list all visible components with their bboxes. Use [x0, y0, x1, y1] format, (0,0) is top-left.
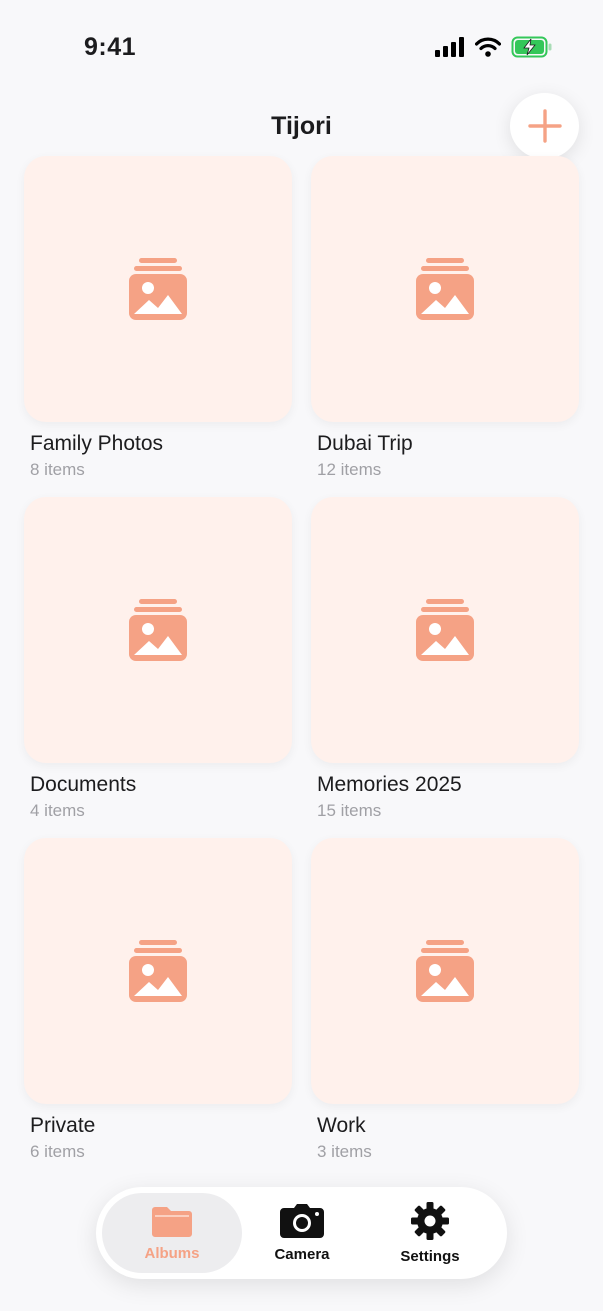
add-album-button[interactable] [510, 93, 579, 159]
battery-charging-icon [511, 36, 552, 58]
photo-stack-icon [416, 940, 474, 1002]
photo-stack-icon [416, 599, 474, 661]
album-count: 6 items [30, 1142, 85, 1161]
album-cover [311, 838, 579, 1104]
tab-settings[interactable]: Settings [360, 1193, 500, 1273]
gear-icon [411, 1201, 449, 1240]
tab-label: Camera [274, 1245, 330, 1263]
tab-label: Settings [400, 1247, 460, 1265]
folder-icon [152, 1206, 192, 1237]
photo-stack-icon [129, 940, 187, 1002]
album-cover [24, 497, 292, 763]
album-card[interactable]: Family Photos 8 items [24, 156, 292, 480]
album-card[interactable]: Documents 4 items [24, 497, 292, 821]
album-card[interactable]: Work 3 items [311, 838, 579, 1162]
album-card[interactable]: Memories 2025 15 items [311, 497, 579, 821]
status-icons [435, 36, 553, 58]
tab-bar: Albums Camera Settings [96, 1187, 507, 1279]
album-count: 4 items [30, 801, 85, 820]
album-name: Documents [30, 773, 137, 796]
album-cover [24, 838, 292, 1104]
album-card[interactable]: Private 6 items [24, 838, 292, 1162]
photo-stack-icon [129, 258, 187, 320]
album-name: Memories 2025 [317, 773, 462, 796]
album-name: Family Photos [30, 432, 164, 455]
album-name: Private [30, 1114, 96, 1137]
album-cover [311, 497, 579, 763]
photo-stack-icon [416, 258, 474, 320]
status-time: 9:41 [84, 33, 137, 61]
album-count: 3 items [317, 1142, 372, 1161]
tab-label: Albums [144, 1244, 200, 1262]
cellular-signal-icon [435, 37, 464, 57]
album-count: 15 items [317, 801, 382, 820]
plus-icon [527, 109, 562, 143]
album-card[interactable]: Dubai Trip 12 items [311, 156, 579, 480]
album-count: 12 items [317, 460, 382, 479]
album-grid: Family Photos 8 items Dubai Trip 12 item… [24, 156, 580, 1162]
photo-stack-icon [129, 599, 187, 661]
album-name: Dubai Trip [317, 432, 413, 455]
tab-camera[interactable]: Camera [232, 1193, 372, 1273]
album-count: 8 items [30, 460, 85, 479]
tab-albums[interactable]: Albums [102, 1193, 242, 1273]
album-cover [311, 156, 579, 422]
album-name: Work [317, 1114, 366, 1137]
camera-icon [280, 1203, 324, 1238]
status-bar: 9:41 [0, 0, 603, 96]
wifi-icon [475, 37, 501, 57]
album-cover [24, 156, 292, 422]
